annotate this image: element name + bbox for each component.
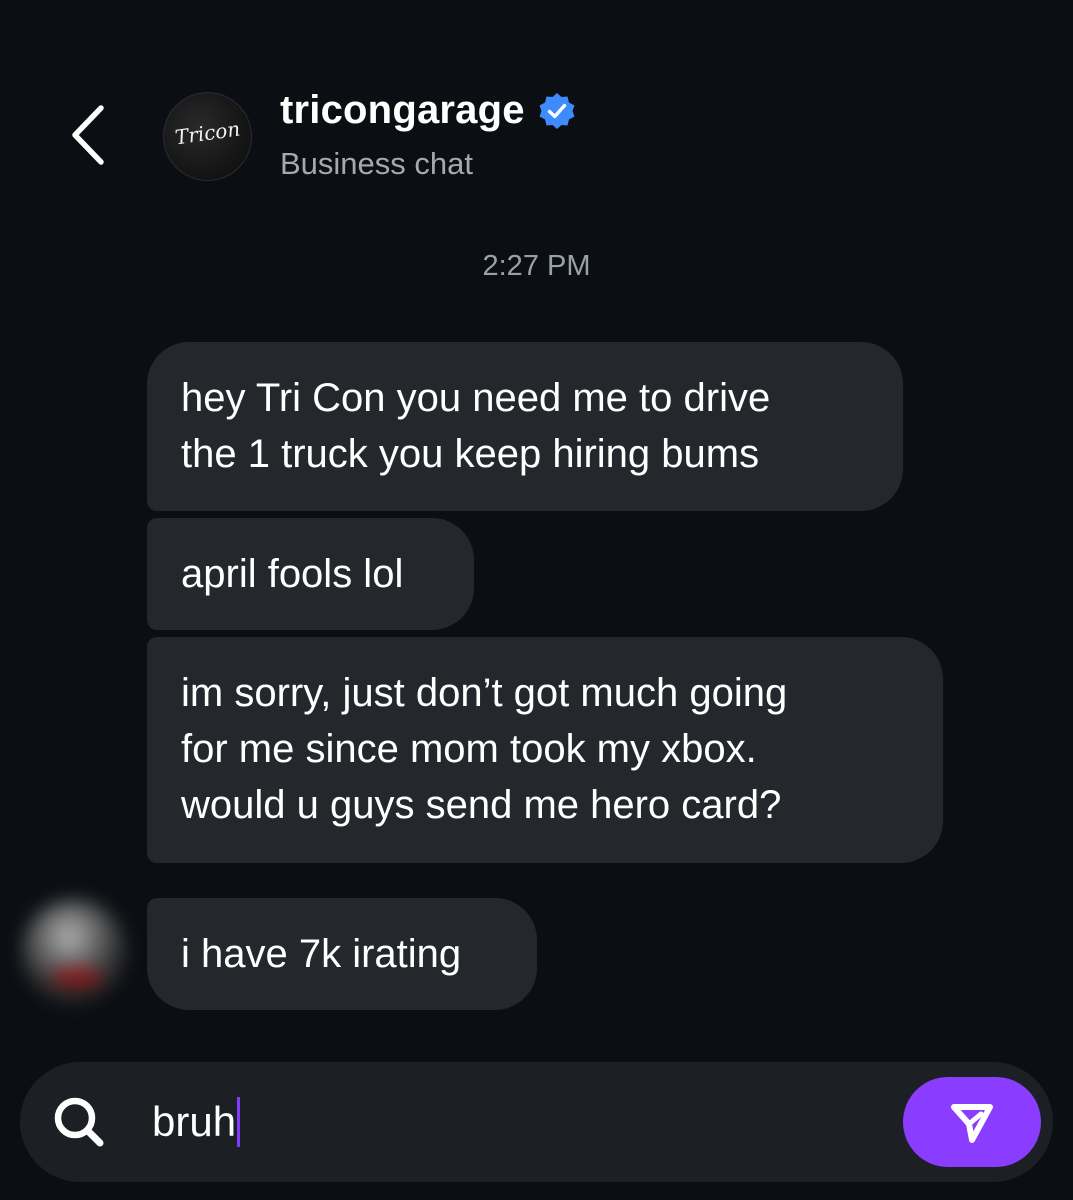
business-avatar[interactable]: Tricon	[163, 92, 252, 181]
search-icon[interactable]	[50, 1093, 108, 1151]
message-bubble[interactable]: im sorry, just don’t got much going for …	[147, 637, 943, 863]
message-bubble[interactable]: hey Tri Con you need me to drive the 1 t…	[147, 342, 903, 511]
sender-avatar[interactable]	[22, 900, 126, 1004]
message-bubble[interactable]: i have 7k irating	[147, 898, 537, 1010]
send-icon	[951, 1104, 993, 1143]
send-button[interactable]	[903, 1077, 1041, 1167]
verified-badge-icon	[539, 92, 575, 129]
sender-avatar-detail	[52, 968, 102, 986]
message-input[interactable]: bruh	[152, 1094, 241, 1150]
message-timestamp: 2:27 PM	[482, 250, 591, 282]
chevron-left-icon	[72, 105, 104, 165]
contact-name-row[interactable]: tricongarage	[280, 88, 577, 133]
avatar-logo-text: Tricon	[173, 116, 242, 150]
contact-subtitle: Business chat	[280, 146, 473, 181]
back-button[interactable]	[62, 100, 112, 170]
text-caret	[237, 1097, 241, 1147]
contact-name: tricongarage	[280, 88, 525, 132]
message-bubble[interactable]: april fools lol	[147, 518, 474, 630]
chat-header: Tricon tricongarage Business chat	[0, 0, 1073, 200]
message-input-value: bruh	[152, 1098, 237, 1145]
